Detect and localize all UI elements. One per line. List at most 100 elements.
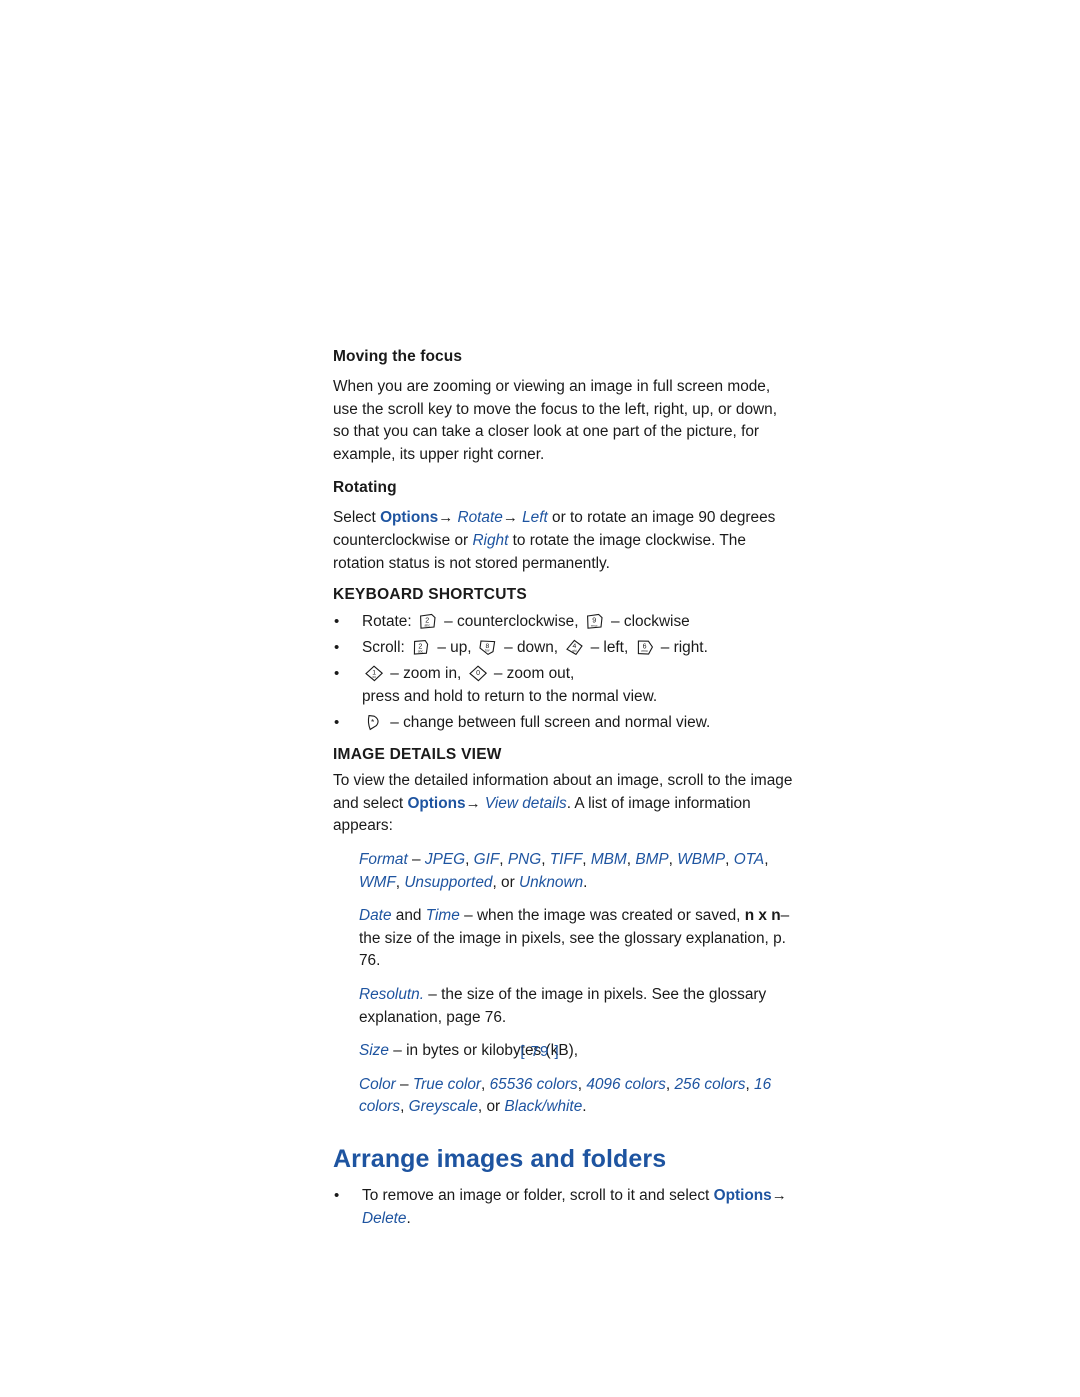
document-page: Moving the focus When you are zooming or… xyxy=(333,348,793,1230)
date-term: Date xyxy=(359,907,392,925)
color-term: Color xyxy=(359,1075,396,1093)
format-value: OTA xyxy=(733,850,765,868)
list-item-rotate-shortcut: • Rotate: 2 abc – counterclockwise, 9 wxy… xyxy=(333,610,793,633)
key-star-icon: * xyxy=(364,714,384,731)
list-item-scroll-shortcut: • Scroll: 2 abc – up, 8 tuv – down, 4 gh… xyxy=(333,636,793,659)
key-8-icon: 8 tuv xyxy=(478,639,498,656)
detail-line-color: Color – True color, 65536 colors, 4096 c… xyxy=(359,1075,772,1116)
heading-keyboard-shortcuts: KEYBOARD SHORTCUTS xyxy=(333,586,527,604)
color-dash: – xyxy=(395,1075,413,1093)
bullet-dot: • xyxy=(334,665,340,683)
right-keyword: Right xyxy=(472,531,509,549)
arrow-glyph: → xyxy=(438,509,454,527)
key-4-icon: 4 ghi xyxy=(564,639,584,656)
keyboard-shortcuts-list: • Rotate: 2 abc – counterclockwise, 9 wxy… xyxy=(333,610,793,734)
options-keyword: Options xyxy=(380,509,439,527)
left-keyword: Left xyxy=(517,509,548,527)
color-value: True color xyxy=(412,1075,482,1093)
shortcut-text-1: – zoom in, xyxy=(386,665,466,683)
heading-moving-the-focus: Moving the focus xyxy=(333,348,463,365)
paragraph-image-details-intro: To view the detailed information about a… xyxy=(333,770,793,838)
bullet-dot: • xyxy=(334,714,340,732)
color-value: 256 colors xyxy=(674,1075,746,1093)
shortcut-text-4: – right. xyxy=(656,639,708,657)
color-or: , or xyxy=(477,1098,505,1116)
delete-keyword: Delete xyxy=(362,1209,407,1227)
time-term: Time xyxy=(425,907,460,925)
key-1-icon: 1 oo xyxy=(364,665,384,682)
rotate-keyword: Rotate xyxy=(453,509,503,527)
format-value-last: Unknown xyxy=(518,873,584,891)
key-2-icon: 2 abc xyxy=(418,613,438,630)
format-dash: – xyxy=(407,850,425,868)
arrow-glyph: → xyxy=(465,794,481,812)
resolution-term: Resolutn. xyxy=(359,985,425,1003)
options-keyword: Options xyxy=(713,1186,772,1204)
svg-text:abc: abc xyxy=(418,650,424,654)
format-value: WMF xyxy=(359,873,396,891)
key-6-icon: 6 mno xyxy=(635,639,655,656)
heading-arrange-images-and-folders: Arrange images and folders xyxy=(333,1144,667,1173)
shortcut-second-line: press and hold to return to the normal v… xyxy=(362,688,658,706)
format-value: TIFF xyxy=(549,850,583,868)
arrow-glyph: → xyxy=(771,1186,787,1204)
shortcut-text-2: – down, xyxy=(499,639,563,657)
detail-line-date-time: Date and Time – when the image was creat… xyxy=(333,905,793,973)
list-item-zoom-shortcut: • 1 oo – zoom in, 0 – zoom out, press an… xyxy=(333,662,793,708)
color-period: . xyxy=(582,1098,587,1116)
rotating-lead: Select xyxy=(333,509,381,527)
color-value: 4096 colors xyxy=(586,1075,666,1093)
heading-image-details-view: IMAGE DETAILS VIEW xyxy=(333,746,502,764)
shortcut-text-1: – up, xyxy=(433,639,476,657)
svg-text:0: 0 xyxy=(476,670,480,677)
date-and: and xyxy=(391,907,426,925)
color-value-last: Black/white xyxy=(504,1098,583,1116)
view-details-keyword: View details xyxy=(480,794,567,812)
shortcut-text-3: – left, xyxy=(586,639,633,657)
shortcut-text-1: – counterclockwise, xyxy=(439,613,583,631)
key-9-icon: 9 wxyz xyxy=(585,613,605,630)
arrange-bullet-list: • To remove an image or folder, scroll to… xyxy=(333,1184,793,1230)
shortcut-text-1: – change between full screen and normal … xyxy=(386,714,711,732)
remove-period: . xyxy=(406,1209,411,1227)
format-value: JPEG xyxy=(424,850,466,868)
paragraph-rotating: Select Options→ Rotate→ Left or to rotat… xyxy=(333,507,793,575)
list-item-remove-image: • To remove an image or folder, scroll to… xyxy=(333,1184,793,1230)
key-2-icon: 2 abc xyxy=(411,639,431,656)
shortcut-label: Scroll: xyxy=(362,639,405,657)
svg-text:tuv: tuv xyxy=(485,649,490,653)
shortcut-text-2: – zoom out, xyxy=(489,665,575,683)
format-value: Unsupported xyxy=(404,873,493,891)
format-or: , or xyxy=(492,873,519,891)
svg-text:oo: oo xyxy=(372,675,376,679)
shortcut-text-2: – clockwise xyxy=(606,613,690,631)
format-period: . xyxy=(583,873,588,891)
svg-text:wxyz: wxyz xyxy=(591,624,598,628)
page-number: [ 79 ] xyxy=(520,1043,560,1060)
format-value: GIF xyxy=(473,850,500,868)
color-value: Greyscale xyxy=(408,1098,478,1116)
shortcut-label: Rotate: xyxy=(362,613,412,631)
format-term: Format xyxy=(359,850,408,868)
format-value: WBMP xyxy=(677,850,726,868)
detail-line-format: Format – JPEG, GIF, PNG, TIFF, MBM, BMP,… xyxy=(359,850,769,891)
bullet-dot: • xyxy=(334,639,340,657)
svg-text:ghi: ghi xyxy=(573,649,578,653)
nxn-token: n x n xyxy=(744,907,781,925)
key-0-icon: 0 xyxy=(468,665,488,682)
svg-text:abc: abc xyxy=(424,624,430,628)
paragraph-moving-the-focus: When you are zooming or viewing an image… xyxy=(333,378,777,463)
color-value: 65536 colors xyxy=(489,1075,578,1093)
detail-line-resolution: Resolutn. – the size of the image in pix… xyxy=(333,984,793,1029)
format-value: BMP xyxy=(635,850,669,868)
arrow-glyph: → xyxy=(502,509,518,527)
date-text-a: – when the image was created or saved, xyxy=(459,907,745,925)
bullet-dot: • xyxy=(334,1186,340,1204)
heading-rotating: Rotating xyxy=(333,479,397,497)
bullet-dot: • xyxy=(334,613,340,631)
svg-text:mno: mno xyxy=(641,649,647,653)
format-value: PNG xyxy=(507,850,542,868)
options-keyword: Options xyxy=(407,794,466,812)
format-value: MBM xyxy=(590,850,627,868)
remove-text-a: To remove an image or folder, scroll to … xyxy=(362,1186,714,1204)
